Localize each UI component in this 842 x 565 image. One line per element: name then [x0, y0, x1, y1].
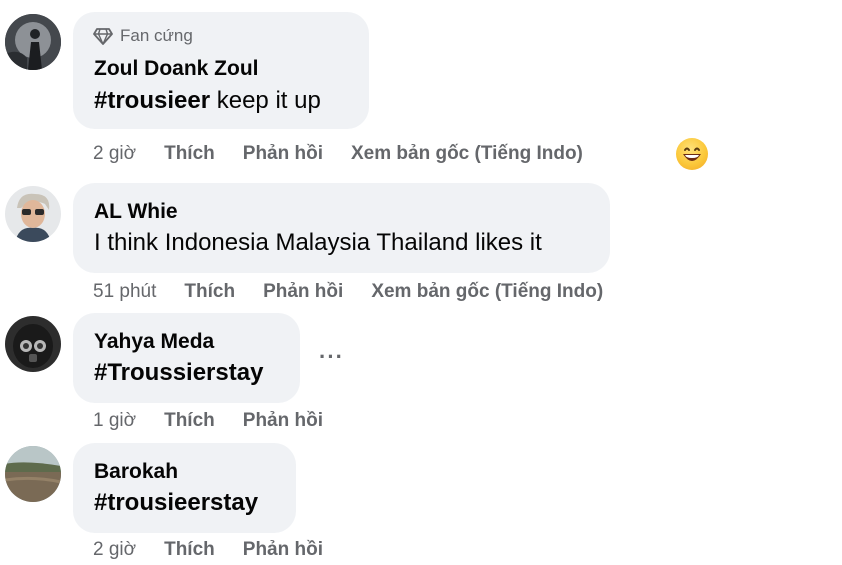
- comment-text: #trousieerstay: [94, 489, 258, 517]
- comment-actions: 1 giờ Thích Phản hồi: [93, 410, 351, 432]
- like-button[interactable]: Thích: [164, 539, 215, 561]
- comment-actions: 2 giờ Thích Phản hồi: [93, 539, 351, 561]
- see-original-button[interactable]: Xem bản gốc (Tiếng Indo): [351, 143, 583, 165]
- comment-author[interactable]: Zoul Doank Zoul: [94, 57, 258, 81]
- top-fan-badge: Fan cứng: [93, 26, 193, 46]
- comment-bubble: Yahya Meda #Troussierstay: [73, 313, 300, 403]
- hashtag-link[interactable]: #trousieer: [94, 87, 210, 114]
- comment-text: #trousieer keep it up: [94, 87, 321, 115]
- grinning-face-emoji-icon[interactable]: [676, 138, 708, 170]
- comment-time[interactable]: 51 phút: [93, 281, 156, 303]
- hashtag-link[interactable]: #trousieerstay: [94, 489, 258, 516]
- reply-button[interactable]: Phản hồi: [263, 281, 343, 303]
- comment-actions: 2 giờ Thích Phản hồi Xem bản gốc (Tiếng …: [93, 143, 611, 165]
- comment-text-rest: keep it up: [210, 87, 321, 114]
- comment-time[interactable]: 1 giờ: [93, 410, 136, 432]
- comment-text: #Troussierstay: [94, 359, 263, 387]
- comment-bubble: Barokah #trousieerstay: [73, 443, 296, 533]
- diamond-icon: [93, 28, 113, 45]
- comment-bubble: AL Whie I think Indonesia Malaysia Thail…: [73, 183, 610, 273]
- avatar[interactable]: [5, 446, 61, 502]
- avatar[interactable]: [5, 186, 61, 242]
- comment-author[interactable]: Barokah: [94, 460, 178, 484]
- comment-author[interactable]: AL Whie: [94, 200, 178, 224]
- hashtag-link[interactable]: #Troussierstay: [94, 359, 263, 386]
- comment-bubble: Fan cứng Zoul Doank Zoul #trousieer keep…: [73, 12, 369, 129]
- see-original-button[interactable]: Xem bản gốc (Tiếng Indo): [371, 281, 603, 303]
- badge-label: Fan cứng: [120, 26, 193, 45]
- avatar[interactable]: [5, 316, 61, 372]
- comment-author[interactable]: Yahya Meda: [94, 330, 214, 354]
- avatar[interactable]: [5, 14, 61, 70]
- reply-button[interactable]: Phản hồi: [243, 143, 323, 165]
- like-button[interactable]: Thích: [164, 410, 215, 432]
- comment-time[interactable]: 2 giờ: [93, 539, 136, 561]
- like-button[interactable]: Thích: [184, 281, 235, 303]
- comment-time[interactable]: 2 giờ: [93, 143, 136, 165]
- comment-actions: 51 phút Thích Phản hồi Xem bản gốc (Tiến…: [93, 281, 631, 303]
- like-button[interactable]: Thích: [164, 143, 215, 165]
- more-options-icon[interactable]: ···: [319, 344, 344, 370]
- comment-text: I think Indonesia Malaysia Thailand like…: [94, 229, 542, 256]
- reply-button[interactable]: Phản hồi: [243, 539, 323, 561]
- reply-button[interactable]: Phản hồi: [243, 410, 323, 432]
